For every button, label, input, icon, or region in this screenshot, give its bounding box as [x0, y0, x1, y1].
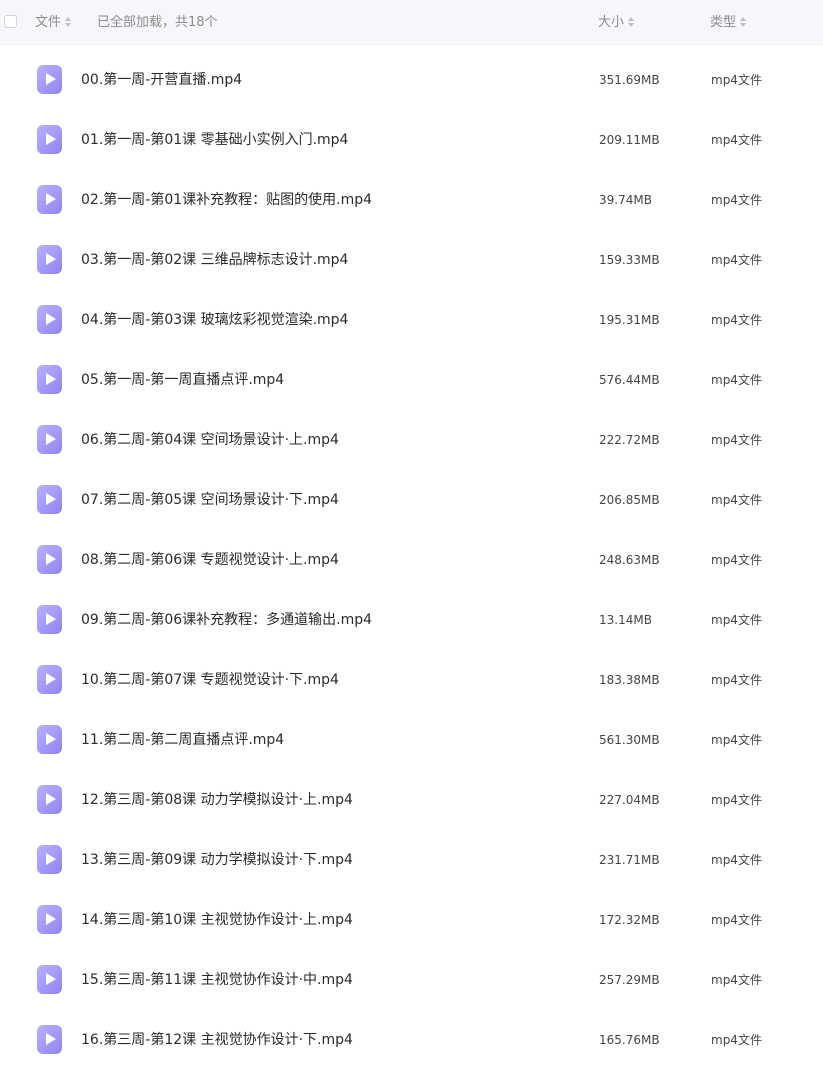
file-row[interactable]: 07.第二周-第05课 空间场景设计·下.mp4 206.85MB mp4文件 — [0, 470, 823, 530]
select-all-checkbox[interactable] — [4, 15, 17, 28]
file-size: 231.71MB — [599, 853, 660, 867]
file-name[interactable]: 10.第二周-第07课 专题视觉设计·下.mp4 — [81, 671, 339, 689]
file-type: mp4文件 — [711, 853, 762, 867]
file-row[interactable]: 16.第三周-第12课 主视觉协作设计·下.mp4 165.76MB mp4文件 — [0, 1010, 823, 1070]
file-name[interactable]: 00.第一周-开营直播.mp4 — [81, 71, 242, 89]
sort-icon — [65, 17, 72, 27]
file-name[interactable]: 13.第三周-第09课 动力学模拟设计·下.mp4 — [81, 851, 353, 869]
video-file-icon — [37, 65, 62, 94]
file-name[interactable]: 04.第一周-第03课 玻璃炫彩视觉渲染.mp4 — [81, 311, 348, 329]
sort-icon — [740, 17, 747, 27]
file-list-header: 文件 已全部加载，共18个 大小 类型 — [0, 0, 823, 46]
file-type: mp4文件 — [711, 253, 762, 267]
video-file-icon — [37, 725, 62, 754]
file-size: 159.33MB — [599, 253, 660, 267]
file-type: mp4文件 — [711, 973, 762, 987]
loaded-status: 已全部加载，共18个 — [97, 15, 218, 30]
file-type: mp4文件 — [711, 313, 762, 327]
file-name[interactable]: 14.第三周-第10课 主视觉协作设计·上.mp4 — [81, 911, 353, 929]
file-name[interactable]: 15.第三周-第11课 主视觉协作设计·中.mp4 — [81, 971, 353, 989]
file-type: mp4文件 — [711, 73, 762, 87]
file-name[interactable]: 09.第二周-第06课补充教程：多通道输出.mp4 — [81, 611, 372, 629]
file-size: 576.44MB — [599, 373, 660, 387]
file-row[interactable]: 13.第三周-第09课 动力学模拟设计·下.mp4 231.71MB mp4文件 — [0, 830, 823, 890]
video-file-icon — [37, 125, 62, 154]
file-column-label: 文件 — [35, 15, 62, 30]
file-size: 183.38MB — [599, 673, 660, 687]
file-row[interactable]: 01.第一周-第01课 零基础小实例入门.mp4 209.11MB mp4文件 — [0, 110, 823, 170]
file-type: mp4文件 — [711, 733, 762, 747]
file-type: mp4文件 — [711, 913, 762, 927]
video-file-icon — [37, 1025, 62, 1054]
file-name[interactable]: 01.第一周-第01课 零基础小实例入门.mp4 — [81, 131, 348, 149]
file-row[interactable]: 04.第一周-第03课 玻璃炫彩视觉渲染.mp4 195.31MB mp4文件 — [0, 290, 823, 350]
file-size: 351.69MB — [599, 73, 660, 87]
file-row[interactable]: 00.第一周-开营直播.mp4 351.69MB mp4文件 — [0, 50, 823, 110]
file-list: 00.第一周-开营直播.mp4 351.69MB mp4文件 01.第一周-第01课… — [0, 50, 823, 1070]
file-row[interactable]: 09.第二周-第06课补充教程：多通道输出.mp4 13.14MB mp4文件 — [0, 590, 823, 650]
file-row[interactable]: 03.第一周-第02课 三维品牌标志设计.mp4 159.33MB mp4文件 — [0, 230, 823, 290]
file-type: mp4文件 — [711, 673, 762, 687]
file-size: 257.29MB — [599, 973, 660, 987]
video-file-icon — [37, 425, 62, 454]
sort-icon — [628, 17, 635, 27]
file-name[interactable]: 11.第二周-第二周直播点评.mp4 — [81, 731, 284, 749]
file-type: mp4文件 — [711, 793, 762, 807]
video-file-icon — [37, 845, 62, 874]
video-file-icon — [37, 245, 62, 274]
file-row[interactable]: 15.第三周-第11课 主视觉协作设计·中.mp4 257.29MB mp4文件 — [0, 950, 823, 1010]
file-row[interactable]: 05.第一周-第一周直播点评.mp4 576.44MB mp4文件 — [0, 350, 823, 410]
video-file-icon — [37, 185, 62, 214]
file-row[interactable]: 10.第二周-第07课 专题视觉设计·下.mp4 183.38MB mp4文件 — [0, 650, 823, 710]
video-file-icon — [37, 665, 62, 694]
file-size: 222.72MB — [599, 433, 660, 447]
file-name[interactable]: 12.第三周-第08课 动力学模拟设计·上.mp4 — [81, 791, 353, 809]
file-size: 561.30MB — [599, 733, 660, 747]
file-row[interactable]: 11.第二周-第二周直播点评.mp4 561.30MB mp4文件 — [0, 710, 823, 770]
file-row[interactable]: 14.第三周-第10课 主视觉协作设计·上.mp4 172.32MB mp4文件 — [0, 890, 823, 950]
file-size: 13.14MB — [599, 613, 652, 627]
file-name[interactable]: 03.第一周-第02课 三维品牌标志设计.mp4 — [81, 251, 348, 269]
file-row[interactable]: 08.第二周-第06课 专题视觉设计·上.mp4 248.63MB mp4文件 — [0, 530, 823, 590]
video-file-icon — [37, 905, 62, 934]
file-row[interactable]: 02.第一周-第01课补充教程：贴图的使用.mp4 39.74MB mp4文件 — [0, 170, 823, 230]
file-size: 165.76MB — [599, 1033, 660, 1047]
video-file-icon — [37, 785, 62, 814]
file-size: 248.63MB — [599, 553, 660, 567]
file-type: mp4文件 — [711, 613, 762, 627]
sort-by-size-header[interactable]: 大小 — [598, 14, 635, 32]
file-row[interactable]: 06.第二周-第04课 空间场景设计·上.mp4 222.72MB mp4文件 — [0, 410, 823, 470]
video-file-icon — [37, 305, 62, 334]
video-file-icon — [37, 965, 62, 994]
file-type: mp4文件 — [711, 433, 762, 447]
file-size: 209.11MB — [599, 133, 660, 147]
type-column-label: 类型 — [710, 15, 737, 30]
file-name[interactable]: 05.第一周-第一周直播点评.mp4 — [81, 371, 284, 389]
file-size: 206.85MB — [599, 493, 660, 507]
file-type: mp4文件 — [711, 373, 762, 387]
file-size: 39.74MB — [599, 193, 652, 207]
video-file-icon — [37, 365, 62, 394]
file-size: 195.31MB — [599, 313, 660, 327]
file-size: 227.04MB — [599, 793, 660, 807]
file-name[interactable]: 02.第一周-第01课补充教程：贴图的使用.mp4 — [81, 191, 372, 209]
file-name[interactable]: 08.第二周-第06课 专题视觉设计·上.mp4 — [81, 551, 339, 569]
file-type: mp4文件 — [711, 193, 762, 207]
video-file-icon — [37, 605, 62, 634]
file-name[interactable]: 07.第二周-第05课 空间场景设计·下.mp4 — [81, 491, 339, 509]
sort-by-type-header[interactable]: 类型 — [710, 14, 747, 32]
file-type: mp4文件 — [711, 493, 762, 507]
file-name[interactable]: 16.第三周-第12课 主视觉协作设计·下.mp4 — [81, 1031, 353, 1049]
file-type: mp4文件 — [711, 553, 762, 567]
sort-by-name-header[interactable]: 文件 — [35, 14, 72, 32]
file-size: 172.32MB — [599, 913, 660, 927]
video-file-icon — [37, 485, 62, 514]
file-type: mp4文件 — [711, 1033, 762, 1047]
file-row[interactable]: 12.第三周-第08课 动力学模拟设计·上.mp4 227.04MB mp4文件 — [0, 770, 823, 830]
file-name[interactable]: 06.第二周-第04课 空间场景设计·上.mp4 — [81, 431, 339, 449]
video-file-icon — [37, 545, 62, 574]
size-column-label: 大小 — [598, 15, 625, 30]
file-type: mp4文件 — [711, 133, 762, 147]
